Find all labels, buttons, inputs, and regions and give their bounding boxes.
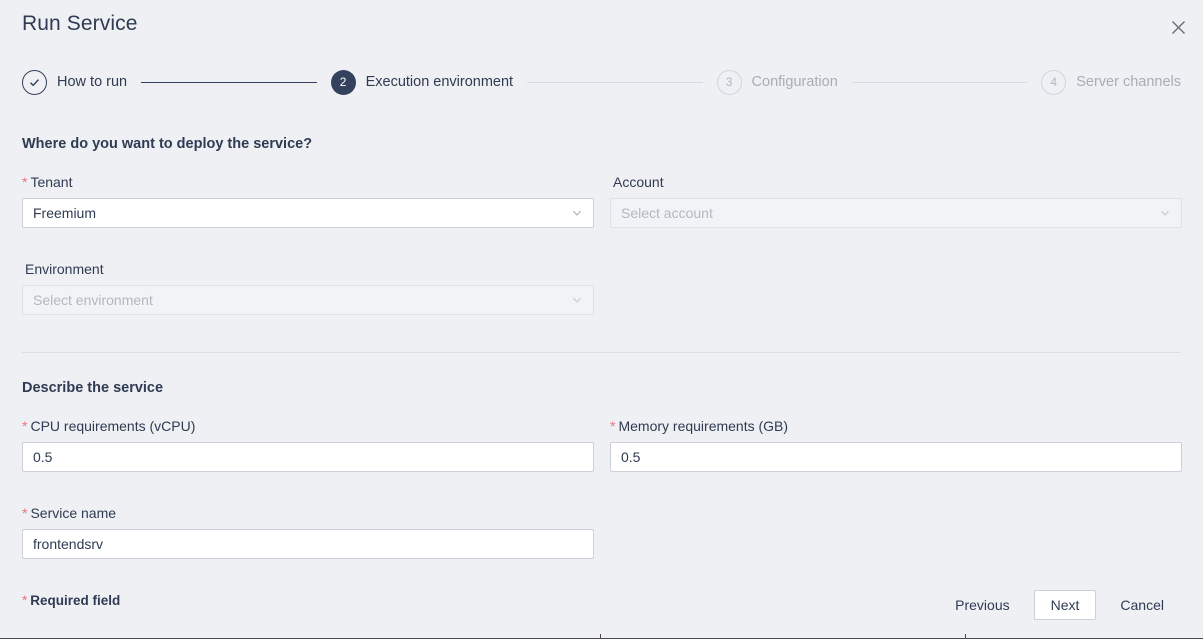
footer-actions: Previous Next Cancel	[938, 590, 1181, 620]
account-placeholder: Select account	[621, 205, 713, 221]
close-icon	[1171, 20, 1186, 35]
step-3-label: Configuration	[751, 74, 838, 90]
environment-field: Environment Select environment	[22, 261, 594, 315]
tenant-field: * Tenant Freemium	[22, 174, 594, 228]
step-1-marker	[22, 69, 47, 95]
cancel-button[interactable]: Cancel	[1103, 590, 1181, 620]
environment-select[interactable]: Select environment	[22, 285, 594, 315]
chevron-down-icon	[571, 294, 583, 306]
cpu-field: * CPU requirements (vCPU)	[22, 418, 594, 472]
account-label: Account	[610, 174, 1182, 190]
environment-label: Environment	[22, 261, 594, 277]
tenant-label: * Tenant	[22, 174, 594, 190]
next-button[interactable]: Next	[1033, 590, 1097, 620]
memory-label-text: Memory requirements (GB)	[618, 418, 789, 434]
service-name-field: * Service name	[22, 505, 594, 559]
cpu-input[interactable]	[22, 442, 594, 472]
run-service-wizard: Run Service How to run 2 Execution envir…	[0, 0, 1203, 639]
title-bar: Run Service	[22, 12, 137, 36]
describe-section-heading: Describe the service	[22, 380, 164, 396]
step-2-label: Execution environment	[365, 74, 514, 90]
step-4-label: Server channels	[1076, 74, 1182, 90]
tenant-select[interactable]: Freemium	[22, 198, 594, 228]
required-marker: *	[22, 593, 28, 608]
bottom-tick-right	[965, 634, 966, 639]
step-configuration[interactable]: 3 Configuration	[716, 69, 838, 95]
service-name-label: * Service name	[22, 505, 594, 521]
required-marker: *	[22, 174, 28, 190]
step-execution-environment[interactable]: 2 Execution environment	[330, 69, 514, 95]
deploy-section-heading: Where do you want to deploy the service?	[22, 136, 313, 152]
required-note-text: Required field	[30, 593, 121, 608]
tenant-label-text: Tenant	[30, 174, 73, 190]
account-label-text: Account	[613, 174, 664, 190]
required-field-note: * Required field	[22, 593, 120, 608]
environment-label-text: Environment	[25, 261, 104, 277]
chevron-down-icon	[1159, 207, 1171, 219]
chevron-down-icon	[571, 207, 583, 219]
wizard-stepper: How to run 2 Execution environment 3 Con…	[22, 68, 1181, 96]
close-button[interactable]	[1165, 14, 1191, 40]
required-marker: *	[22, 505, 28, 521]
memory-field: * Memory requirements (GB)	[610, 418, 1182, 472]
required-marker: *	[22, 418, 28, 434]
check-icon	[28, 76, 41, 89]
account-select[interactable]: Select account	[610, 198, 1182, 228]
step-4-marker: 4	[1041, 69, 1067, 95]
cpu-label: * CPU requirements (vCPU)	[22, 418, 594, 434]
bottom-tick-left	[600, 634, 601, 639]
connector-2-3	[527, 81, 703, 83]
required-marker: *	[610, 418, 616, 434]
connector-3-4	[851, 81, 1028, 83]
connector-1-2	[141, 81, 317, 83]
step-3-marker: 3	[716, 69, 742, 95]
service-name-label-text: Service name	[30, 505, 117, 521]
step-server-channels[interactable]: 4 Server channels	[1041, 69, 1182, 95]
step-how-to-run[interactable]: How to run	[22, 69, 128, 95]
previous-button[interactable]: Previous	[938, 590, 1026, 620]
step-2-marker: 2	[330, 69, 356, 95]
memory-input[interactable]	[610, 442, 1182, 472]
page-title: Run Service	[22, 12, 138, 35]
step-1-label: How to run	[57, 74, 128, 90]
environment-placeholder: Select environment	[33, 292, 153, 308]
memory-label: * Memory requirements (GB)	[610, 418, 1182, 434]
service-name-input[interactable]	[22, 529, 594, 559]
account-field: Account Select account	[610, 174, 1182, 228]
cpu-label-text: CPU requirements (vCPU)	[30, 418, 196, 434]
tenant-value: Freemium	[33, 205, 97, 221]
section-divider	[22, 352, 1181, 353]
